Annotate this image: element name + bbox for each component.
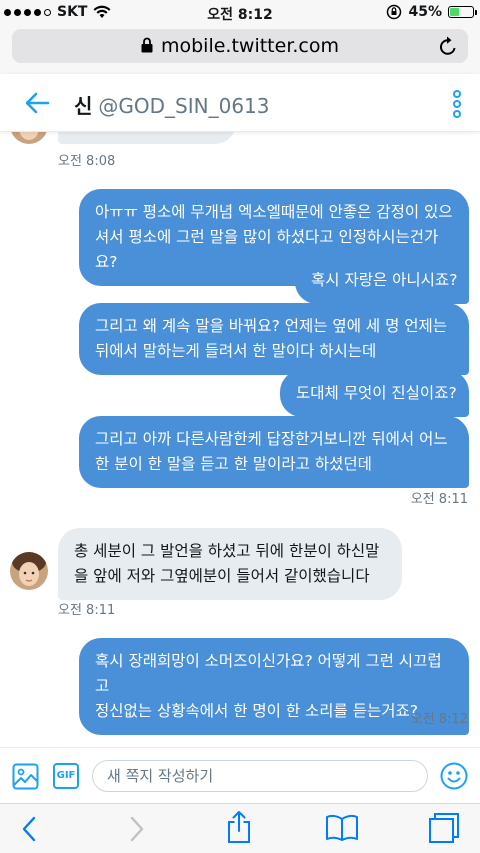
battery-percent: 45% bbox=[408, 4, 442, 20]
message-line: 혹시 장래희망이 소머즈이신가요? 어떻게 그런 시끄럽고 bbox=[95, 652, 442, 695]
back-arrow-icon[interactable] bbox=[24, 90, 50, 116]
message-line: 총 세분이 그 발언을 하셨고 뒤에 한분이 하신말 bbox=[74, 542, 380, 560]
message-line: 혹시 자랑은 아니시죠? bbox=[311, 271, 458, 289]
gif-button[interactable]: GIF bbox=[53, 763, 79, 789]
lock-icon bbox=[141, 37, 153, 53]
message-line: 뒤에서 말하는게 들려서 한 말이다 하시는데 bbox=[95, 342, 377, 360]
contact-name: 신 bbox=[74, 94, 93, 118]
message-timestamp: 오전 8:11 bbox=[58, 603, 116, 618]
orientation-lock-icon bbox=[387, 4, 402, 20]
more-vertical-icon[interactable] bbox=[452, 90, 462, 118]
bookmarks-icon[interactable] bbox=[325, 814, 359, 842]
message-list[interactable]: 오전 8:08 아ㅠㅠ 평소에 무개념 엑소엘때문에 안좋은 감정이 있으 셔서… bbox=[0, 132, 480, 747]
message-line: 그리고 아까 다른사람한케 답장한거보니깐 뒤에서 어느 bbox=[95, 430, 448, 448]
emoji-icon[interactable] bbox=[440, 762, 468, 790]
forward-chevron-icon[interactable] bbox=[126, 814, 146, 844]
battery-fill bbox=[450, 8, 459, 16]
message-line: 을 앞에 저와 그옆에분이 들어서 같이했습니다 bbox=[74, 567, 370, 585]
incoming-message-bubble[interactable] bbox=[58, 132, 236, 144]
browser-toolbar bbox=[0, 803, 480, 853]
message-line: 아ㅠㅠ 평소에 무개념 엑소엘때문에 안좋은 감정이 있으 bbox=[95, 203, 453, 221]
status-bar: SKT 오전 8:12 45% bbox=[0, 0, 480, 24]
browser-url-area: mobile.twitter.com bbox=[0, 24, 480, 74]
contact-handle: @GOD_SIN_0613 bbox=[98, 94, 270, 118]
outgoing-message-bubble[interactable]: 그리고 아까 다른사람한케 답장한거보니깐 뒤에서 어느 한 분이 한 말을 듣… bbox=[79, 416, 469, 488]
contact-avatar[interactable] bbox=[10, 552, 48, 590]
message-line: 정신없는 상황속에서 한 명이 한 소리를 듣는거죠? bbox=[95, 702, 418, 720]
url-text: mobile.twitter.com bbox=[160, 35, 340, 57]
message-timestamp: 오전 8:08 bbox=[58, 154, 116, 169]
conversation-header: 신 @GOD_SIN_0613 bbox=[0, 74, 480, 132]
message-input[interactable]: 새 쪽지 작성하기 bbox=[92, 760, 428, 792]
status-right: 45% bbox=[386, 4, 477, 20]
conversation-title: 신 @GOD_SIN_0613 bbox=[74, 90, 270, 119]
share-icon[interactable] bbox=[226, 810, 252, 844]
message-line: 한 분이 한 말을 듣고 한 말이라고 하셨던데 bbox=[95, 455, 372, 473]
message-line: 도대체 무엇이 진실이죠? bbox=[296, 384, 457, 402]
url-display[interactable]: mobile.twitter.com bbox=[12, 35, 468, 57]
incoming-message-bubble[interactable]: 총 세분이 그 발언을 하셨고 뒤에 한분이 하신말 을 앞에 저와 그옆에분이… bbox=[58, 528, 402, 600]
outgoing-message-bubble[interactable]: 도대체 무엇이 진실이죠? bbox=[280, 370, 469, 417]
outgoing-message-bubble[interactable]: 그리고 왜 계속 말을 바꿔요? 언제는 옆에 세 명 언제는 뒤에서 말하는게… bbox=[79, 303, 469, 375]
message-timestamp: 오전 8:12 bbox=[410, 712, 468, 727]
message-composer: GIF 새 쪽지 작성하기 bbox=[0, 747, 480, 803]
reload-icon[interactable] bbox=[438, 35, 458, 57]
message-line: 그리고 왜 계속 말을 바꿔요? 언제는 옆에 세 명 언제는 bbox=[95, 317, 448, 335]
back-chevron-icon[interactable] bbox=[20, 814, 40, 844]
message-timestamp: 오전 8:11 bbox=[410, 492, 468, 507]
battery-icon bbox=[448, 6, 477, 18]
contact-avatar[interactable] bbox=[10, 132, 48, 144]
image-icon[interactable] bbox=[12, 763, 39, 790]
url-bar[interactable]: mobile.twitter.com bbox=[12, 29, 468, 63]
outgoing-message-bubble[interactable]: 혹시 자랑은 아니시죠? bbox=[295, 257, 469, 304]
tabs-icon[interactable] bbox=[428, 812, 460, 844]
